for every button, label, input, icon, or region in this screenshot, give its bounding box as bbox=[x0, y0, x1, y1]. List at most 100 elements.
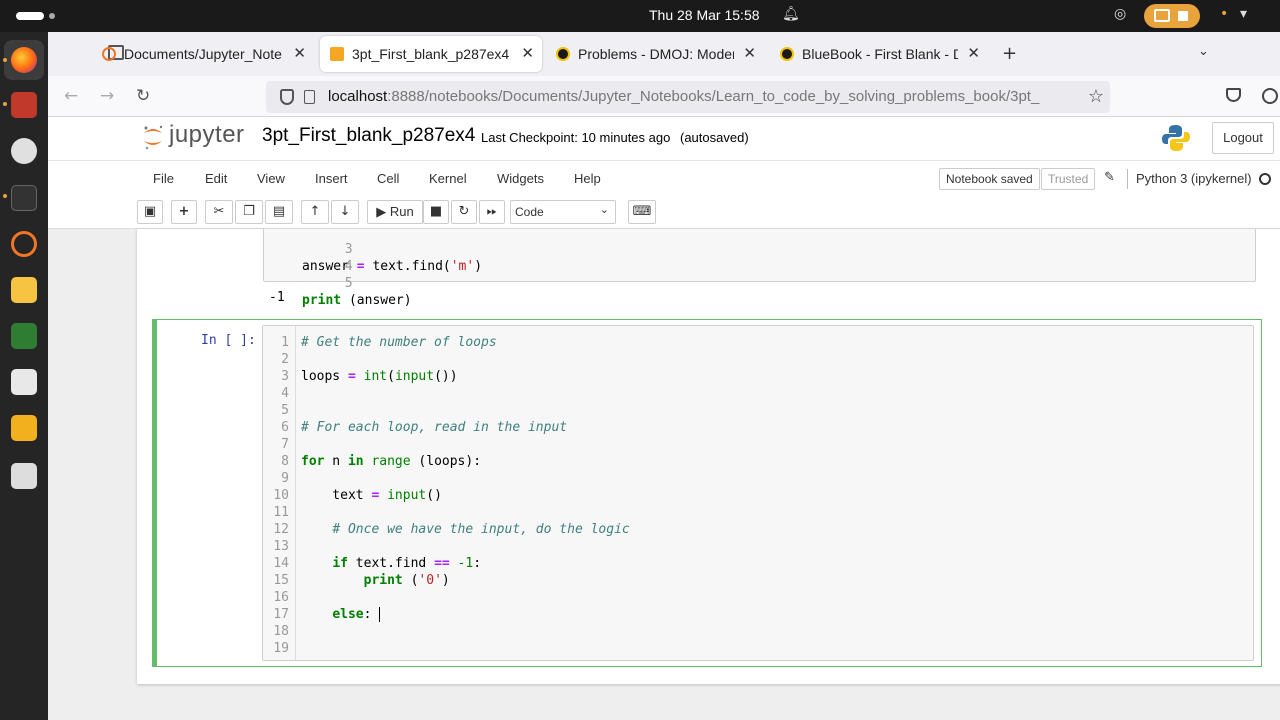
reload-icon[interactable]: ↻ bbox=[136, 86, 150, 106]
insert-cell-button[interactable]: + bbox=[171, 200, 197, 224]
close-tab-icon[interactable]: ✕ bbox=[743, 44, 756, 62]
close-tab-icon[interactable]: ✕ bbox=[293, 44, 306, 62]
network-icon[interactable]: ▾ bbox=[1240, 6, 1247, 22]
menu-cell[interactable]: Cell bbox=[377, 171, 399, 186]
code-editor[interactable]: 1 # Get the number of loops 2 3 loops = int(… bbox=[262, 325, 1254, 661]
copy-icon: ❐ bbox=[243, 204, 255, 219]
tab-dmoj-problems[interactable]: Problems - DMOJ: Moder ✕ bbox=[546, 36, 764, 72]
save-button[interactable]: ▣ bbox=[137, 200, 163, 224]
run-button[interactable]: ▶ Run bbox=[367, 200, 423, 224]
stop-icon bbox=[1178, 11, 1188, 21]
url-text[interactable]: localhost:8888/notebooks/Documents/Jupyt… bbox=[328, 88, 1078, 105]
notebook-container: 3 answer = text.find('m') 4 5 print (ans… bbox=[137, 229, 1280, 684]
menu-file[interactable]: File bbox=[153, 171, 174, 186]
menu-help[interactable]: Help bbox=[574, 171, 601, 186]
files-icon[interactable] bbox=[11, 92, 37, 118]
copy-button[interactable]: ❐ bbox=[235, 200, 263, 224]
line-number: 13 bbox=[273, 539, 289, 554]
software-center-icon[interactable] bbox=[11, 369, 37, 395]
logout-button[interactable]: Logout bbox=[1212, 122, 1274, 154]
workspace-dot bbox=[49, 13, 55, 19]
restart-icon: ↻ bbox=[458, 204, 470, 219]
trusted-badge[interactable]: Trusted bbox=[1041, 168, 1096, 190]
code-text: for n in range (loops): bbox=[301, 454, 482, 469]
bookmark-star-icon[interactable]: ☆ bbox=[1088, 86, 1104, 107]
tab-notebook[interactable]: 3pt_First_blank_p287ex4 ✕ bbox=[320, 36, 542, 72]
move-down-button[interactable]: ↓ bbox=[331, 200, 359, 224]
close-tab-icon[interactable]: ✕ bbox=[521, 44, 534, 62]
code-text: loops = int(input()) bbox=[301, 369, 458, 384]
code-text: text = input() bbox=[301, 488, 442, 503]
trash-icon[interactable] bbox=[11, 463, 37, 489]
kernel-name[interactable]: Python 3 (ipykernel) bbox=[1136, 171, 1252, 186]
menu-view[interactable]: View bbox=[257, 171, 285, 186]
list-tabs-chevron-icon[interactable]: ⌄ bbox=[1198, 44, 1209, 59]
text-editor-icon[interactable] bbox=[11, 277, 37, 303]
tab-documents[interactable]: Documents/Jupyter_Note ✕ bbox=[92, 36, 314, 72]
jupyter-logo-icon[interactable] bbox=[142, 123, 164, 151]
restart-button[interactable]: ↻ bbox=[451, 200, 477, 224]
inkscape-icon[interactable] bbox=[11, 323, 37, 349]
url-host: localhost bbox=[328, 88, 388, 105]
move-up-button[interactable]: ↑ bbox=[301, 200, 329, 224]
previous-cell-input[interactable]: 3 answer = text.find('m') 4 5 print (ans… bbox=[263, 229, 1256, 308]
activities-indicator[interactable] bbox=[16, 12, 44, 20]
line-number: 3 bbox=[281, 369, 289, 384]
shield-icon[interactable] bbox=[280, 89, 294, 105]
restart-run-all-button[interactable]: ⏩︎ bbox=[479, 200, 505, 224]
autosave-status: (autosaved) bbox=[680, 130, 749, 145]
account-icon[interactable] bbox=[1262, 88, 1278, 104]
code-line: 4 bbox=[264, 241, 353, 274]
dmoj-favicon-icon bbox=[780, 47, 794, 61]
menu-insert[interactable]: Insert bbox=[315, 171, 348, 186]
tab-bluebook[interactable]: BlueBook - First Blank - D ✕ bbox=[770, 36, 988, 72]
calculator-icon[interactable] bbox=[11, 415, 37, 441]
edit-pencil-icon[interactable]: ✎ bbox=[1104, 170, 1115, 185]
dmoj-favicon-icon bbox=[556, 47, 570, 61]
menu-edit[interactable]: Edit bbox=[205, 171, 227, 186]
notification-bell-icon: 🔔︎ bbox=[782, 6, 800, 22]
cell-output: -1 bbox=[269, 290, 285, 305]
tab-label: Problems - DMOJ: Moder bbox=[578, 46, 734, 62]
url-path: :8888/notebooks/Documents/Jupyter_Notebo… bbox=[387, 88, 1040, 105]
thunderbird-icon[interactable] bbox=[11, 138, 37, 164]
jupyter-app-icon[interactable] bbox=[11, 231, 37, 257]
back-arrow-icon[interactable]: ← bbox=[64, 86, 78, 106]
page-info-icon[interactable] bbox=[304, 90, 315, 104]
cell-type-select[interactable]: Code ⌄ bbox=[510, 200, 616, 224]
screencast-indicator[interactable] bbox=[1144, 4, 1200, 28]
app-running-indicator bbox=[3, 102, 7, 106]
system-top-bar: Thu 28 Mar 15:58 🔔︎ ◎ • ▾ bbox=[0, 0, 1280, 32]
terminal-icon[interactable] bbox=[11, 185, 37, 211]
forward-arrow-icon[interactable]: → bbox=[100, 86, 114, 106]
text-cursor bbox=[379, 607, 381, 622]
firefox-icon[interactable] bbox=[11, 47, 37, 73]
accessibility-icon[interactable]: ◎ bbox=[1114, 6, 1126, 22]
menu-widgets[interactable]: Widgets bbox=[497, 171, 544, 186]
arrow-up-icon: ↑ bbox=[309, 204, 321, 219]
menu-kernel[interactable]: Kernel bbox=[429, 171, 467, 186]
jupyter-logo-text[interactable]: jupyter bbox=[169, 121, 245, 149]
line-number: 3 bbox=[344, 242, 353, 257]
command-palette-button[interactable]: ⌨ bbox=[628, 200, 656, 224]
new-tab-icon[interactable]: + bbox=[1002, 43, 1017, 64]
close-tab-icon[interactable]: ✕ bbox=[967, 44, 980, 62]
notebook-saved-badge: Notebook saved bbox=[939, 168, 1040, 190]
chevron-down-icon: ⌄ bbox=[599, 204, 609, 216]
kernel-separator bbox=[1127, 169, 1128, 189]
keyboard-icon: ⌨ bbox=[632, 204, 652, 219]
last-checkpoint: Last Checkpoint: 10 minutes ago bbox=[481, 130, 671, 145]
microphone-icon[interactable]: • bbox=[1220, 6, 1228, 22]
tab-label: BlueBook - First Blank - D bbox=[802, 46, 958, 62]
pocket-icon[interactable] bbox=[1226, 88, 1241, 102]
cut-button[interactable]: ✂ bbox=[205, 200, 233, 224]
browser-tab-bar: Documents/Jupyter_Note ✕ 3pt_First_blank… bbox=[48, 32, 1280, 76]
paste-button[interactable]: ▤ bbox=[265, 200, 293, 224]
interrupt-button[interactable]: ■ bbox=[423, 200, 449, 224]
system-clock[interactable]: Thu 28 Mar 15:58 bbox=[649, 7, 760, 23]
selected-code-cell[interactable]: In [ ]: 1 # Get the number of loops 2 3 loop… bbox=[152, 319, 1262, 667]
notebook-menu-bar: File Edit View Insert Cell Kernel Widget… bbox=[48, 160, 1280, 196]
url-bar[interactable]: localhost:8888/notebooks/Documents/Jupyt… bbox=[266, 81, 1110, 113]
notebook-favicon-icon bbox=[330, 47, 344, 61]
notebook-title[interactable]: 3pt_First_blank_p287ex4 bbox=[262, 125, 475, 147]
